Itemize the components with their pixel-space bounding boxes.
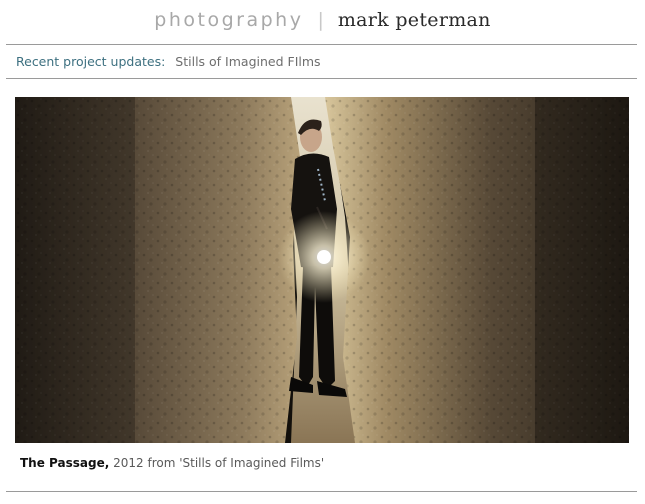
section-label[interactable]: photography: [154, 9, 303, 31]
photo-caption: The Passage, 2012 from 'Stills of Imagin…: [20, 456, 324, 470]
recent-updates-label: Recent project updates:: [16, 54, 166, 69]
recent-updates-link[interactable]: Stills of Imagined FIlms: [175, 54, 320, 69]
caption-details: 2012 from 'Stills of Imagined Films': [109, 456, 325, 470]
photographer-name[interactable]: mark peterman: [338, 9, 491, 31]
featured-photo[interactable]: [15, 97, 629, 443]
recent-updates: Recent project updates: Stills of Imagin…: [16, 54, 321, 69]
caption-title: The Passage,: [20, 456, 110, 470]
header-divider: [6, 44, 637, 45]
photo-image: [15, 97, 629, 443]
footer-divider: [6, 491, 637, 492]
site-header: photography | mark peterman: [0, 0, 645, 44]
brand-separator: |: [317, 9, 324, 31]
updates-divider: [6, 78, 637, 79]
site-brand: photography | mark peterman: [0, 9, 645, 31]
